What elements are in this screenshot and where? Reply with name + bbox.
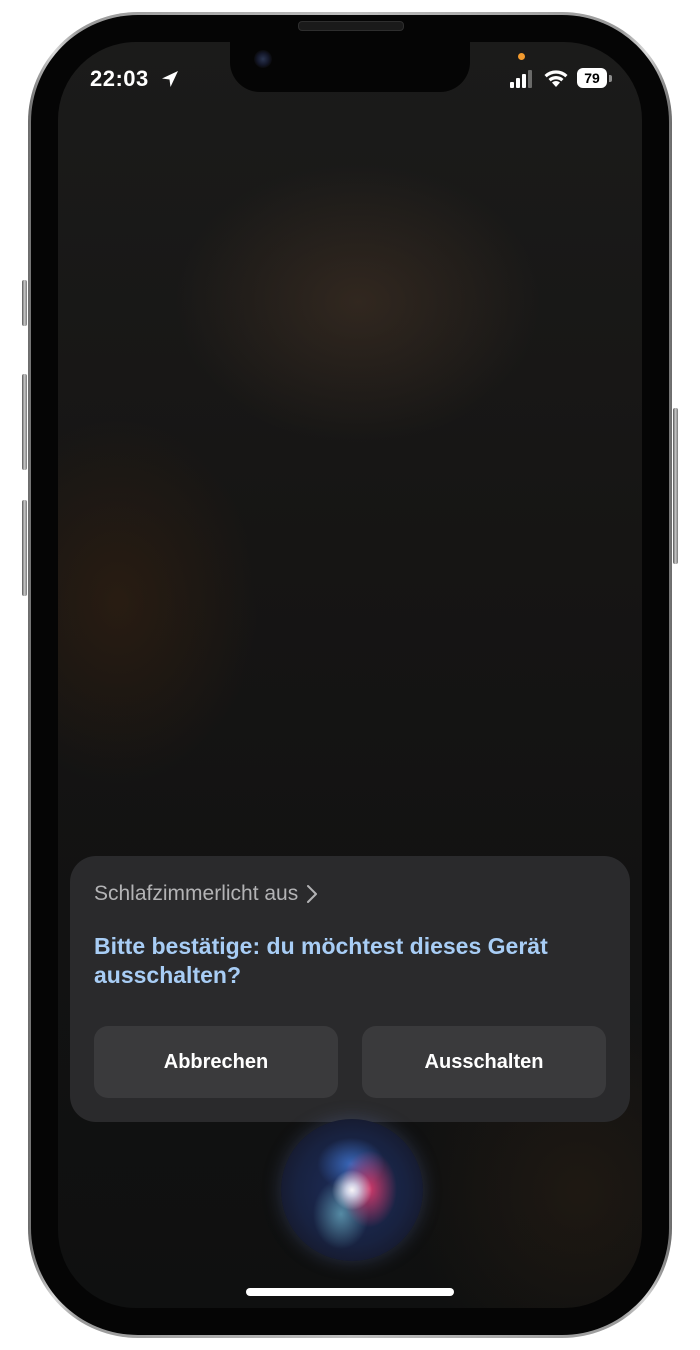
front-camera [254, 50, 272, 68]
status-time: 22:03 [90, 66, 149, 91]
volume-up-button [22, 374, 27, 470]
chevron-right-icon [307, 885, 318, 903]
card-heading-link[interactable]: Schlafzimmerlicht aus [94, 880, 318, 908]
siri-confirmation-card: Schlafzimmerlicht aus Bitte bestätige: d… [70, 856, 630, 1122]
confirmation-question: Bitte bestätige: du möchtest dieses Gerä… [94, 933, 548, 988]
siri-orb-icon[interactable] [281, 1119, 423, 1261]
location-arrow-icon [162, 71, 178, 87]
earpiece-speaker [298, 21, 404, 31]
home-indicator[interactable] [246, 1288, 454, 1296]
microphone-indicator [518, 53, 525, 60]
cancel-button[interactable]: Abbrechen [94, 1026, 338, 1098]
volume-down-button [22, 500, 27, 596]
card-heading-text: Schlafzimmerlicht aus [94, 882, 299, 905]
wifi-icon [544, 70, 568, 87]
mute-switch [22, 280, 27, 326]
battery-tip [609, 75, 612, 82]
battery-level: 79 [577, 68, 607, 88]
turn-off-button[interactable]: Ausschalten [362, 1026, 606, 1098]
battery-indicator: 79 [577, 68, 612, 88]
cellular-signal-icon [510, 70, 532, 88]
power-button [673, 408, 678, 564]
